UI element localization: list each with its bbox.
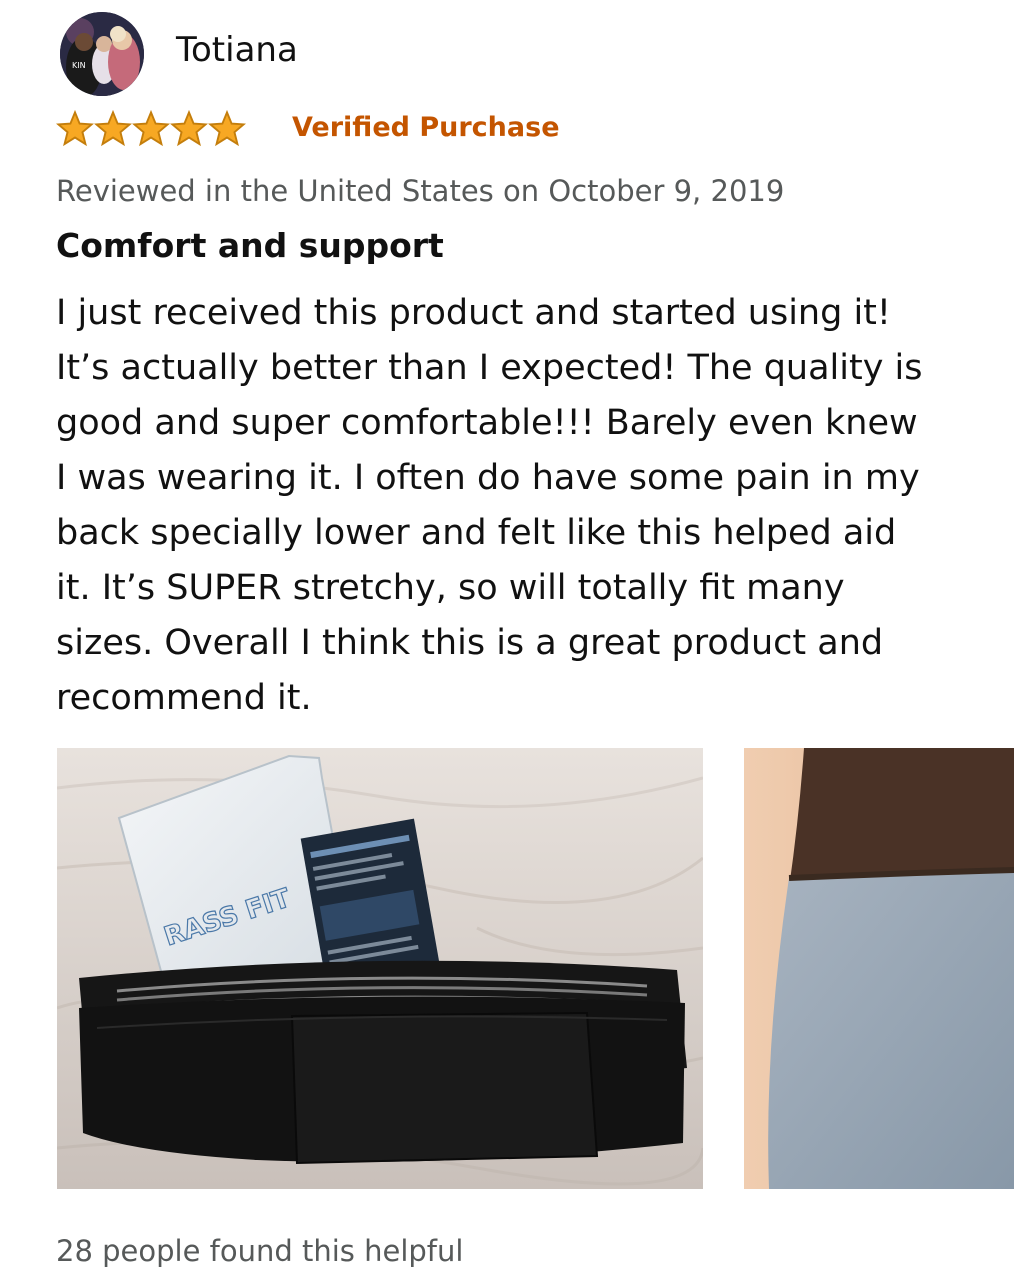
product-photo-image: RASS FIT — [57, 748, 703, 1189]
review-body-line: sizes. Overall I think this is a great p… — [56, 623, 884, 663]
avatar[interactable]: KIN — [60, 12, 144, 96]
review-body-line: I just received this product and started… — [56, 293, 891, 333]
author-name[interactable]: Totiana — [176, 30, 298, 70]
worn-photo-image — [744, 748, 1014, 1189]
avatar-label: KIN — [72, 61, 86, 70]
review-photo-product[interactable]: RASS FIT — [57, 748, 703, 1189]
avatar-image: KIN — [60, 12, 144, 96]
review-body-line: good and super comfortable!!! Barely eve… — [56, 403, 918, 443]
review-body-line: back specially lower and felt like this … — [56, 513, 897, 553]
star-icon — [132, 110, 170, 147]
star-icon — [94, 110, 132, 147]
review-date: Reviewed in the United States on October… — [56, 174, 785, 208]
review-body-line: It’s actually better than I expected! Th… — [56, 348, 923, 388]
star-icon — [56, 110, 94, 147]
review-photo-worn[interactable] — [744, 748, 1014, 1189]
review-title: Comfort and support — [56, 226, 444, 265]
review-body-line: I was wearing it. I often do have some p… — [56, 458, 920, 498]
helpful-count: 28 people found this helpful — [56, 1234, 464, 1268]
star-rating — [56, 110, 246, 150]
star-icon — [170, 110, 208, 147]
review-body-line: recommend it. — [56, 678, 312, 718]
review-body-line: it. It’s SUPER stretchy, so will totally… — [56, 568, 845, 608]
review-body: I just received this product and started… — [56, 286, 986, 726]
star-icon — [208, 110, 246, 147]
verified-purchase-badge[interactable]: Verified Purchase — [292, 112, 560, 143]
